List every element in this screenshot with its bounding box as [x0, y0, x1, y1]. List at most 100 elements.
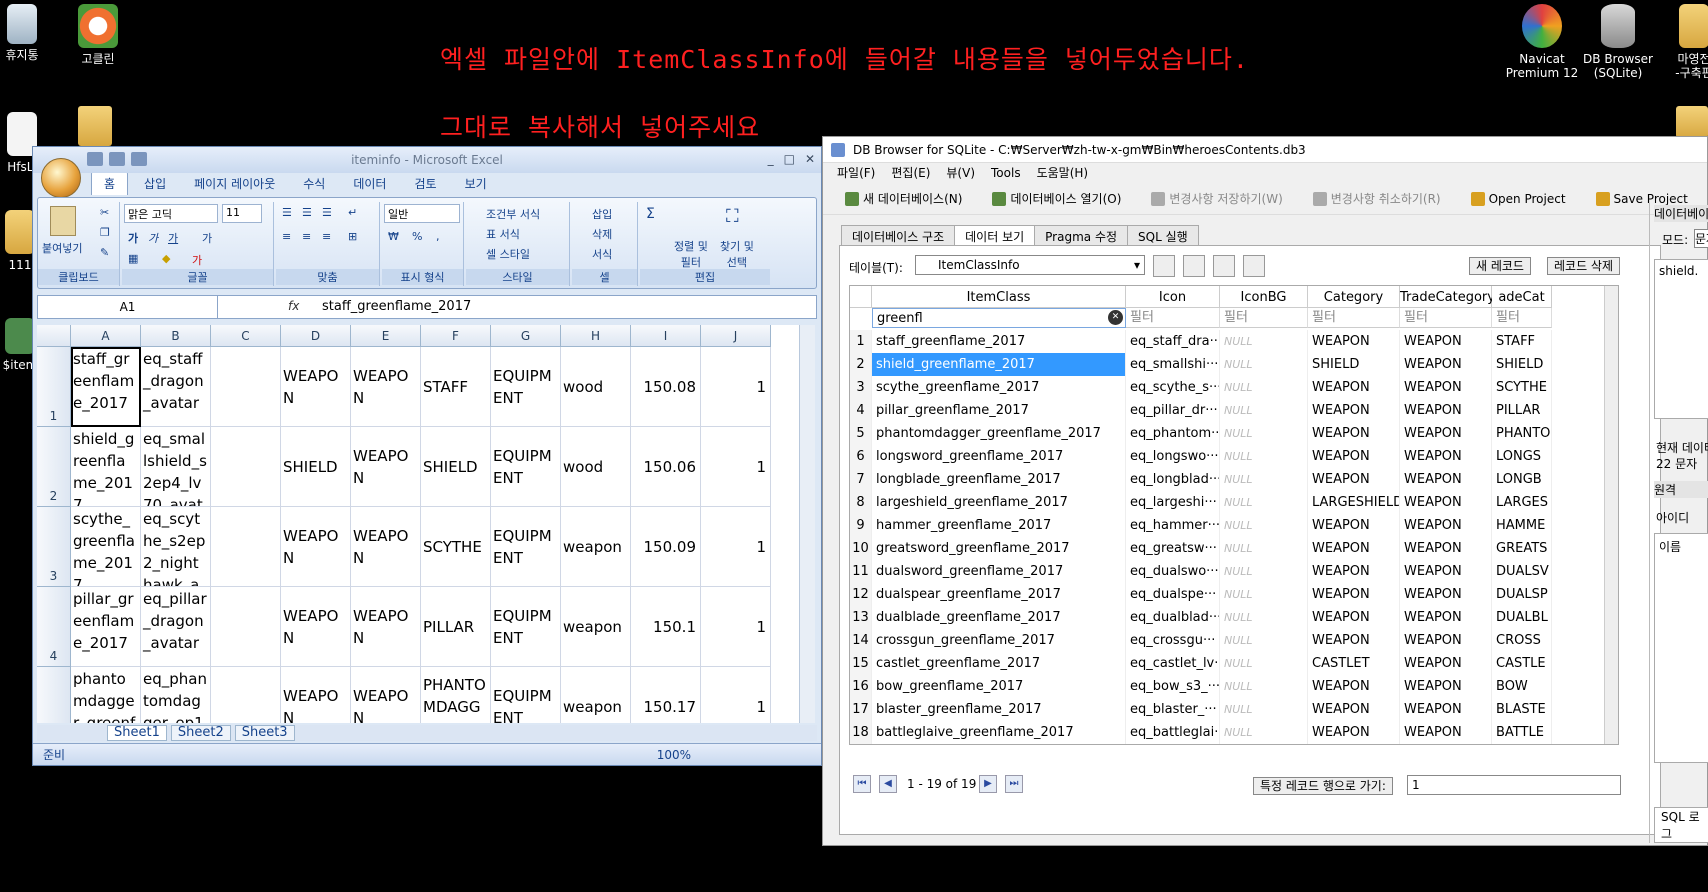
cell[interactable]: phantomdagger_greenflam — [71, 667, 141, 723]
prev-record-icon[interactable]: ◀ — [879, 775, 897, 793]
cell[interactable]: hammer_greenflame_2017 — [872, 514, 1126, 537]
table-row[interactable]: 3 scythe_greenflame_2017 eq_scythe_s··· NUL… — [850, 376, 1618, 399]
cell[interactable]: 150.09 — [631, 507, 701, 587]
desktop-icon-dbbrowser[interactable]: DB Browser (SQLite) — [1578, 4, 1658, 80]
table-row[interactable]: 17 blaster_greenflame_2017 eq_blaster_··· N… — [850, 698, 1618, 721]
sort-filter-button[interactable]: 정렬 및 필터 — [674, 238, 708, 270]
tab-formulas[interactable]: 수식 — [291, 172, 337, 195]
desktop-folder-icon[interactable] — [78, 106, 112, 146]
cell[interactable]: WEAPON — [1308, 468, 1400, 491]
table-row[interactable]: 8 largeshield_greenflame_2017 eq_largeshi·… — [850, 491, 1618, 514]
tab-view[interactable]: 보기 — [453, 172, 499, 195]
cell[interactable]: eq_pillar_dr··· — [1126, 399, 1220, 422]
revert-changes-button[interactable]: 변경사항 취소하기(R) — [1312, 183, 1441, 214]
cell[interactable]: eq_staff_dragon_avatar — [141, 347, 211, 427]
null-cell[interactable]: NULL — [1220, 560, 1308, 583]
cell[interactable]: 150.1 — [631, 587, 701, 667]
row-header[interactable]: 2 — [37, 427, 71, 507]
cell[interactable] — [211, 587, 281, 667]
cell[interactable]: WEAPON — [1308, 606, 1400, 629]
cell[interactable]: BOW — [1492, 675, 1552, 698]
currency-icon[interactable]: ₩ — [388, 230, 399, 243]
row-header[interactable]: 4 — [37, 587, 71, 667]
cell[interactable]: crossgun_greenflame_2017 — [872, 629, 1126, 652]
cell[interactable]: phantomdagger_greenflame_2017 — [872, 422, 1126, 445]
cell[interactable]: WEAPON — [1400, 353, 1492, 376]
null-cell[interactable]: NULL — [1220, 468, 1308, 491]
row-number[interactable]: 6 — [850, 445, 872, 468]
cell[interactable]: WEAPON — [1400, 330, 1492, 353]
format-cells-button[interactable]: 서식 — [592, 246, 612, 262]
cell[interactable]: WEAPON — [1308, 560, 1400, 583]
cell[interactable]: eq_phantomdagger_ep10_av — [141, 667, 211, 723]
office-button[interactable] — [41, 158, 81, 198]
cell[interactable]: WEAPON — [1308, 330, 1400, 353]
cell[interactable]: WEAPON — [281, 587, 351, 667]
cell[interactable]: shield_greenflame_2017 — [71, 427, 141, 507]
row-number[interactable]: 13 — [850, 606, 872, 629]
filter-input[interactable]: 필터 — [1126, 308, 1220, 328]
row-number[interactable]: 18 — [850, 721, 872, 744]
underline-button[interactable]: 가 — [168, 230, 178, 246]
font-color-icon[interactable]: 가 — [192, 252, 202, 268]
cell[interactable]: LONGB — [1492, 468, 1552, 491]
cell[interactable]: eq_hammer··· — [1126, 514, 1220, 537]
desktop-folder-icon-right[interactable] — [1676, 106, 1708, 138]
cell[interactable]: scythe_greenflame_2017 — [71, 507, 141, 587]
table-row[interactable]: 18 battleglaive_greenflame_2017 eq_battleg… — [850, 721, 1618, 744]
table-row[interactable]: 1 staff_greenflame_2017 eq_staff_dra··· NUL… — [850, 330, 1618, 353]
cell[interactable]: WEAPON — [1308, 399, 1400, 422]
row-number[interactable]: 7 — [850, 468, 872, 491]
cell[interactable]: eq_scythe_s··· — [1126, 376, 1220, 399]
find-select-button[interactable]: 찾기 및 선택 — [720, 238, 754, 270]
name-box[interactable]: A1 — [38, 296, 218, 318]
cell[interactable]: EQUIPMENT — [491, 587, 561, 667]
minimize-icon[interactable]: _ — [768, 152, 774, 166]
cell-editor[interactable]: shield. — [1654, 259, 1708, 419]
save-table-icon[interactable] — [1213, 255, 1235, 277]
row-number[interactable]: 4 — [850, 399, 872, 422]
column-header[interactable]: A — [71, 325, 141, 347]
cell[interactable]: wood — [561, 427, 631, 507]
column-header[interactable]: G — [491, 325, 561, 347]
cell[interactable]: SHIELD — [421, 427, 491, 507]
row-number[interactable]: 16 — [850, 675, 872, 698]
bold-button[interactable]: 가 — [128, 230, 138, 246]
null-cell[interactable]: NULL — [1220, 583, 1308, 606]
null-cell[interactable]: NULL — [1220, 698, 1308, 721]
cell[interactable]: blaster_greenflame_2017 — [872, 698, 1126, 721]
null-cell[interactable]: NULL — [1220, 445, 1308, 468]
null-cell[interactable]: NULL — [1220, 353, 1308, 376]
cell[interactable]: weapon — [561, 587, 631, 667]
cell[interactable]: eq_smallshield_s2ep4_lv70_avatar — [141, 427, 211, 507]
cell[interactable]: WEAPON — [1400, 675, 1492, 698]
filter-input[interactable]: 필터 — [1220, 308, 1308, 328]
cell[interactable]: 1 — [701, 667, 771, 723]
cell[interactable]: WEAPON — [1400, 560, 1492, 583]
tab-insert[interactable]: 삽입 — [132, 172, 178, 195]
menu-view[interactable]: 뷰(V) — [946, 163, 975, 183]
cell[interactable]: BATTLE — [1492, 721, 1552, 744]
tab-home[interactable]: 홈 — [91, 171, 129, 195]
filter-input[interactable]: greenfl — [872, 308, 1126, 328]
sheet-tab-1[interactable]: Sheet1 — [107, 725, 167, 741]
cell[interactable]: WEAPON — [1400, 376, 1492, 399]
menu-help[interactable]: 도움말(H) — [1037, 163, 1089, 183]
align-center-icon[interactable]: ≡ — [302, 230, 311, 243]
column-header[interactable]: adeCat — [1492, 286, 1552, 308]
null-cell[interactable]: NULL — [1220, 491, 1308, 514]
cell[interactable]: WEAPON — [351, 347, 421, 427]
sheet-tab-2[interactable]: Sheet2 — [170, 725, 231, 741]
null-cell[interactable]: NULL — [1220, 537, 1308, 560]
row-header[interactable]: 5 — [37, 667, 71, 723]
cell[interactable]: WEAPON — [1400, 514, 1492, 537]
row-number[interactable]: 17 — [850, 698, 872, 721]
menu-file[interactable]: 파일(F) — [837, 163, 875, 183]
cell[interactable]: weapon — [561, 667, 631, 723]
vertical-scrollbar[interactable] — [799, 325, 815, 723]
null-cell[interactable]: NULL — [1220, 422, 1308, 445]
column-header[interactable]: H — [561, 325, 631, 347]
align-top-icon[interactable]: ☰ — [282, 206, 292, 219]
row-header[interactable]: 3 — [37, 507, 71, 587]
row-number[interactable]: 2 — [850, 353, 872, 376]
